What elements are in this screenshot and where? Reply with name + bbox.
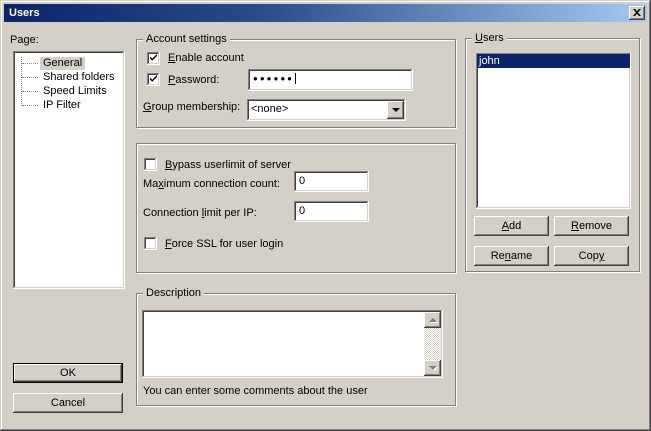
- password-checkbox[interactable]: [147, 73, 160, 86]
- page-label: Page:: [10, 34, 39, 47]
- text-caret: [295, 73, 296, 84]
- connection-limit-per-ip-label: Connection limit per IP:: [143, 207, 257, 220]
- force-ssl-checkbox[interactable]: [144, 237, 157, 250]
- users-group: Users john Add Remove Rename Copy: [465, 38, 640, 272]
- triangle-up-icon: [429, 318, 437, 322]
- tree-item-speed-limits[interactable]: Speed Limits: [13, 84, 125, 98]
- bypass-userlimit-label[interactable]: Bypass userlimit of server: [165, 159, 291, 172]
- tree-item-shared-folders[interactable]: Shared folders: [13, 70, 125, 84]
- max-connection-count-label: Maximum connection count:: [143, 178, 280, 191]
- cancel-button[interactable]: Cancel: [13, 393, 123, 413]
- copy-user-button[interactable]: Copy: [554, 246, 629, 266]
- force-ssl-label[interactable]: Force SSL for user login: [165, 238, 283, 251]
- rename-user-button[interactable]: Rename: [474, 246, 549, 266]
- page-tree[interactable]: General Shared folders Speed Limits IP F…: [13, 51, 125, 289]
- connection-limit-per-ip-input[interactable]: 0: [294, 201, 369, 222]
- bypass-userlimit-checkbox[interactable]: [144, 158, 157, 171]
- group-membership-label: Group membership:: [143, 101, 240, 114]
- triangle-down-icon: [429, 366, 437, 370]
- description-textarea[interactable]: [142, 310, 443, 378]
- list-item-john[interactable]: john: [477, 54, 630, 68]
- limits-group: Bypass userlimit of server Maximum conne…: [136, 143, 456, 273]
- users-listbox[interactable]: john: [476, 53, 631, 209]
- description-group: Description You can enter some comments …: [136, 293, 456, 406]
- checkmark-icon: [149, 74, 158, 86]
- users-caption: Users: [472, 32, 507, 45]
- connection-limit-per-ip-value: 0: [299, 205, 305, 217]
- checkmark-icon: [149, 53, 158, 65]
- description-hint: You can enter some comments about the us…: [143, 385, 368, 398]
- account-settings-caption: Account settings: [143, 33, 230, 46]
- combo-dropdown-button[interactable]: [387, 101, 404, 119]
- group-membership-select[interactable]: <none>: [247, 99, 406, 121]
- enable-account-label[interactable]: Enable account: [168, 52, 244, 65]
- group-membership-value: <none>: [251, 103, 288, 116]
- password-value: ●●●●●●: [253, 74, 294, 83]
- password-input[interactable]: ●●●●●●: [248, 69, 413, 91]
- max-connection-count-value: 0: [299, 175, 305, 187]
- tree-item-ip-filter[interactable]: IP Filter: [13, 98, 125, 112]
- remove-user-button[interactable]: Remove: [554, 216, 629, 236]
- account-settings-group: Account settings Enable account Password…: [136, 39, 456, 128]
- description-caption: Description: [143, 287, 204, 300]
- description-scrollbar[interactable]: [424, 312, 441, 376]
- close-button[interactable]: [629, 6, 645, 20]
- title-bar[interactable]: Users: [4, 4, 647, 22]
- chevron-down-icon: [392, 108, 400, 112]
- close-icon: [633, 4, 641, 22]
- add-user-button[interactable]: Add: [474, 216, 549, 236]
- scroll-up-button[interactable]: [424, 312, 441, 328]
- password-label[interactable]: Password:: [168, 74, 219, 87]
- users-dialog: Users Page: General Shared folders Speed…: [0, 0, 651, 431]
- tree-item-general[interactable]: General: [13, 56, 125, 70]
- ok-button[interactable]: OK: [13, 363, 123, 383]
- max-connection-count-input[interactable]: 0: [294, 171, 369, 192]
- enable-account-checkbox[interactable]: [147, 52, 160, 65]
- window-title: Users: [9, 7, 40, 19]
- scroll-down-button[interactable]: [424, 360, 441, 376]
